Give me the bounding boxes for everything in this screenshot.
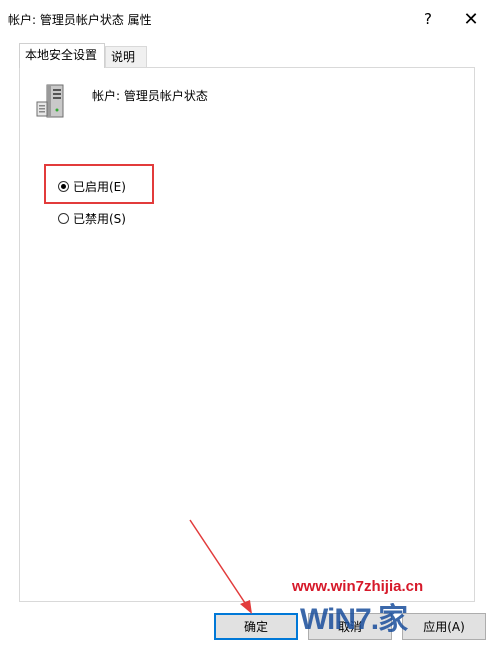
- radio-disabled-indicator[interactable]: [58, 213, 69, 224]
- apply-button[interactable]: 应用(A): [402, 613, 486, 640]
- tab-panel: 帐户: 管理员帐户状态 已启用(E) 已禁用(S): [19, 67, 475, 602]
- watermark-logo: WiN7.家: [300, 603, 408, 636]
- tab-local-security-setting[interactable]: 本地安全设置: [19, 43, 105, 68]
- ok-button[interactable]: 确定: [214, 613, 298, 640]
- server-icon: [36, 84, 64, 118]
- window-title: 帐户: 管理员帐户状态 属性: [8, 13, 152, 27]
- title-bar: 帐户: 管理员帐户状态 属性 ? ✕: [0, 0, 489, 38]
- properties-dialog: 帐户: 管理员帐户状态 属性 ? ✕ 本地安全设置 说明 帐户: 管理员帐户状态…: [0, 0, 489, 655]
- radio-enabled[interactable]: 已启用(E): [58, 178, 126, 195]
- radio-disabled[interactable]: 已禁用(S): [58, 210, 126, 227]
- help-button[interactable]: ?: [405, 0, 451, 38]
- policy-name: 帐户: 管理员帐户状态: [92, 89, 208, 103]
- watermark-url: www.win7zhijia.cn: [292, 578, 424, 595]
- radio-enabled-indicator[interactable]: [58, 181, 69, 192]
- tab-explain[interactable]: 说明: [105, 46, 147, 67]
- radio-enabled-label: 已启用(E): [73, 180, 126, 194]
- radio-disabled-label: 已禁用(S): [73, 212, 126, 226]
- close-button[interactable]: ✕: [448, 0, 489, 38]
